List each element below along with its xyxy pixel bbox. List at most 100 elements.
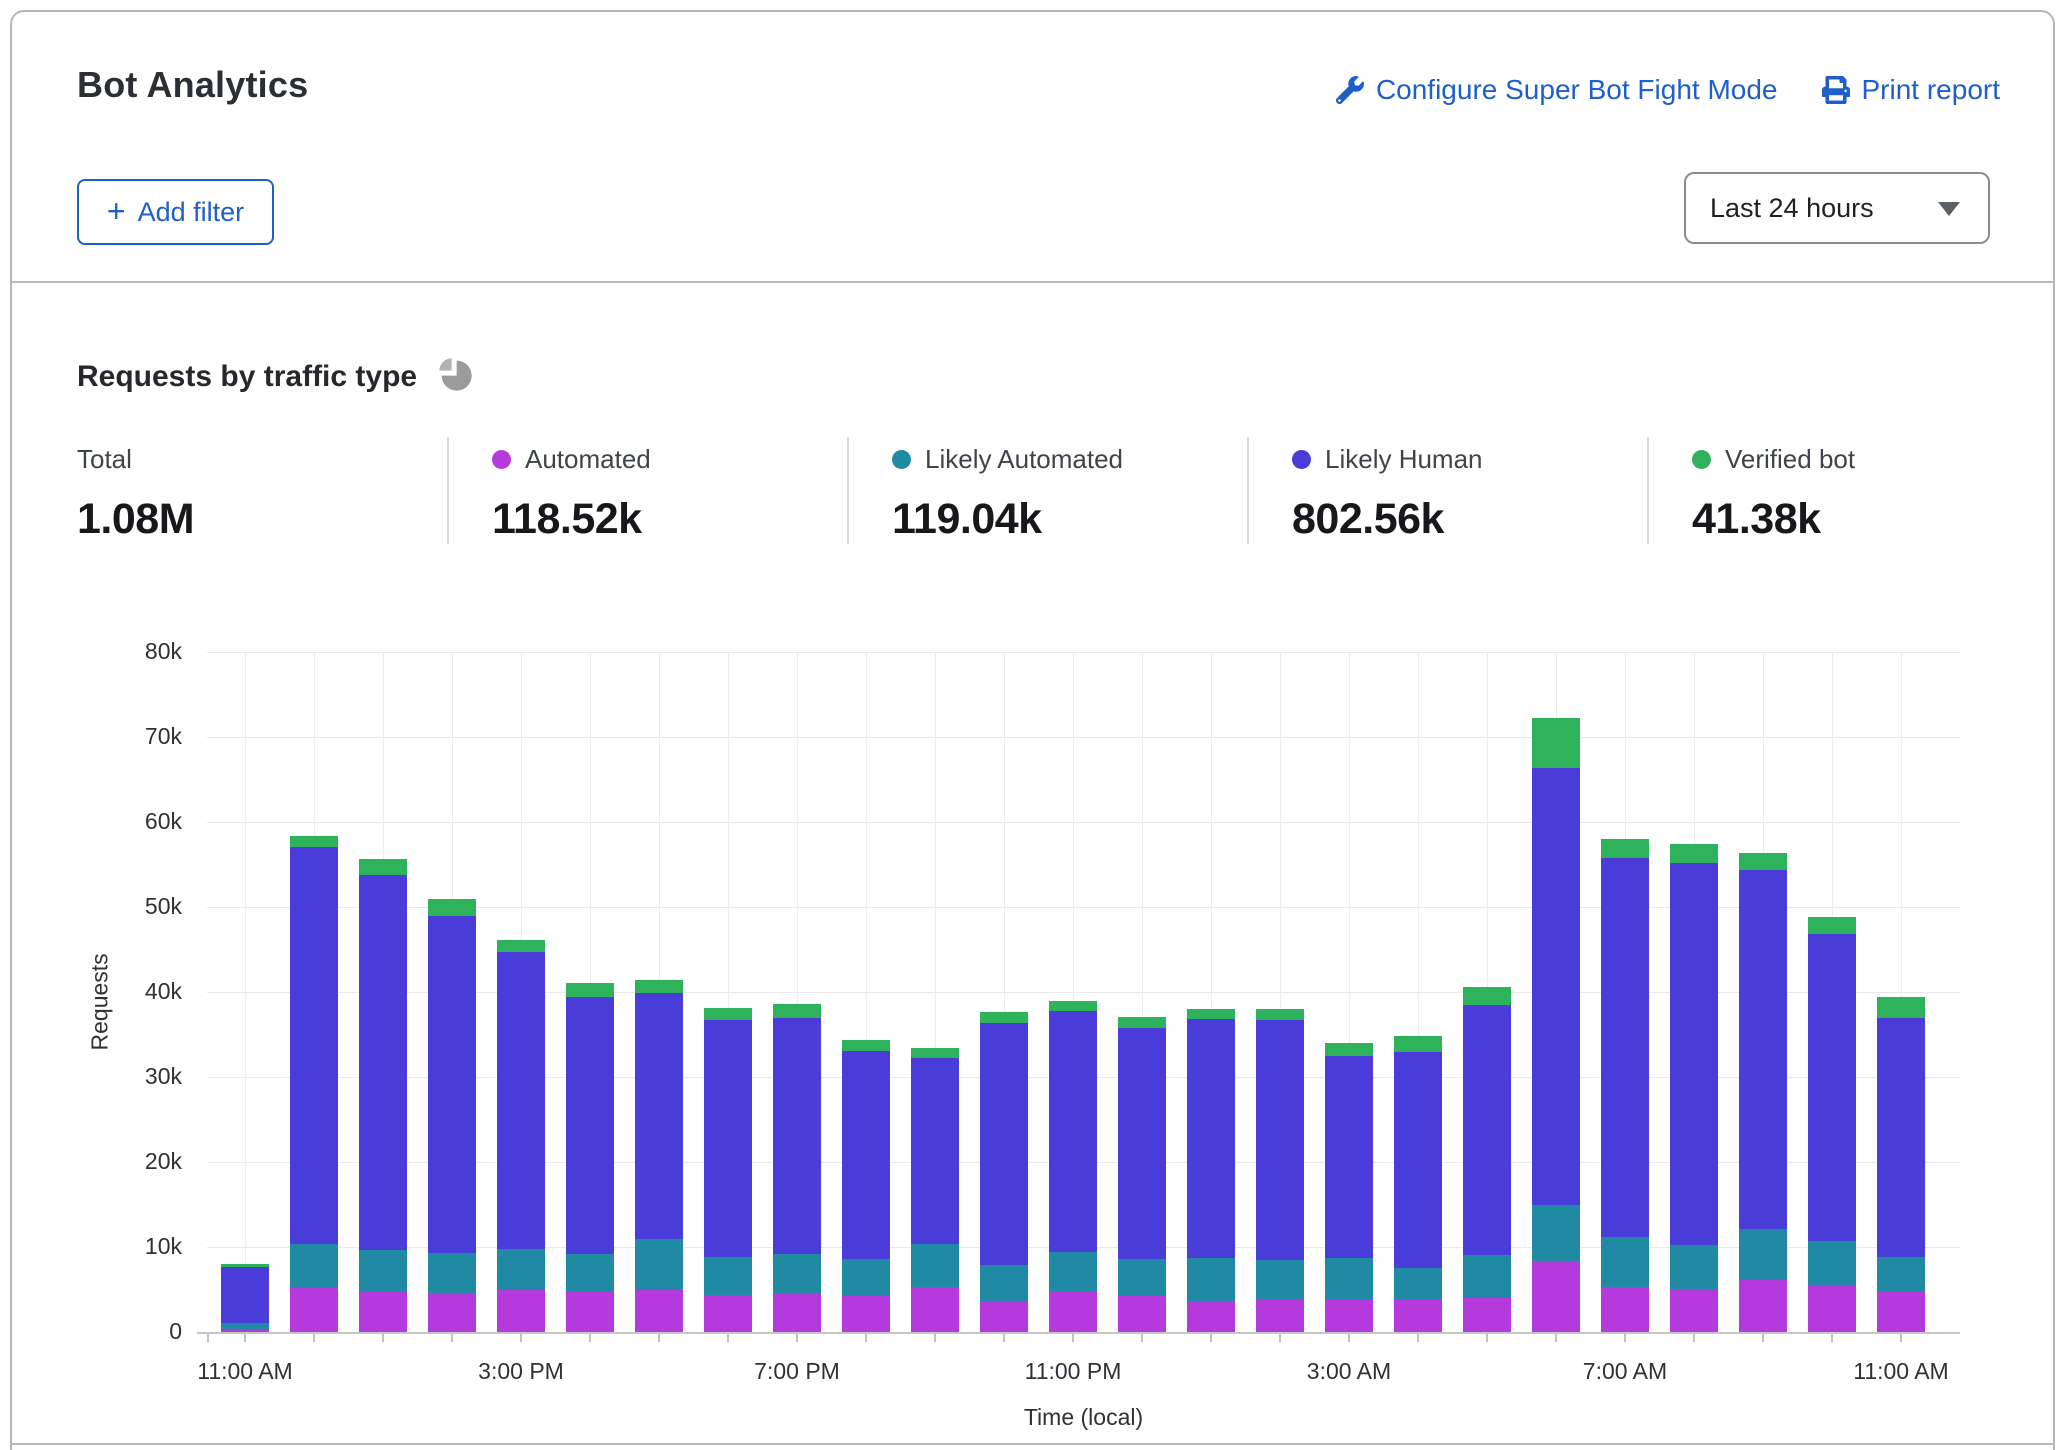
x-axis-tick-label: 11:00 PM: [983, 1358, 1163, 1385]
bar-segment-automated: [1325, 1299, 1373, 1332]
bar-segment-verified-bot: [1256, 1009, 1304, 1020]
x-axis-tick-mark: [1417, 1334, 1419, 1342]
bar-segment-verified-bot: [1187, 1009, 1235, 1019]
bar-segment-verified-bot: [635, 980, 683, 993]
bar-segment-likely-human: [221, 1267, 269, 1323]
chart-bar[interactable]: [1049, 1001, 1097, 1332]
bar-segment-likely-automated: [704, 1257, 752, 1295]
bot-analytics-card: Bot Analytics Configure Super Bot Fight …: [10, 10, 2055, 1450]
bar-segment-verified-bot: [1739, 853, 1787, 870]
chart-bar[interactable]: [1808, 917, 1856, 1332]
chart-bar[interactable]: [566, 983, 614, 1332]
bar-segment-likely-human: [566, 997, 614, 1254]
chart-bar[interactable]: [221, 1264, 269, 1332]
x-axis-tick-mark: [727, 1334, 729, 1342]
x-axis-tick-mark: [1348, 1334, 1350, 1342]
chart-bar[interactable]: [635, 980, 683, 1332]
x-axis-tick-mark: [1141, 1334, 1143, 1342]
chart-bar[interactable]: [1670, 844, 1718, 1332]
x-axis-tick-mark: [1279, 1334, 1281, 1342]
chart-bar[interactable]: [704, 1008, 752, 1332]
bar-segment-verified-bot: [290, 836, 338, 847]
chart-bar[interactable]: [497, 940, 545, 1332]
bar-segment-automated: [1256, 1299, 1304, 1332]
bar-segment-verified-bot: [566, 983, 614, 997]
bar-segment-automated: [1118, 1296, 1166, 1332]
y-axis-tick-label: 30k: [72, 1063, 182, 1090]
bar-segment-likely-human: [842, 1051, 890, 1259]
x-axis-origin-tick: [207, 1334, 209, 1342]
bar-segment-verified-bot: [497, 940, 545, 952]
bar-segment-likely-automated: [1256, 1260, 1304, 1299]
x-axis-tick-label: 3:00 PM: [431, 1358, 611, 1385]
bar-segment-automated: [773, 1293, 821, 1332]
x-axis-tick-mark: [1555, 1334, 1557, 1342]
bar-segment-automated: [1532, 1261, 1580, 1332]
x-axis-tick-mark: [1003, 1334, 1005, 1342]
x-axis-tick-mark: [313, 1334, 315, 1342]
bar-segment-automated: [1670, 1289, 1718, 1332]
bar-segment-likely-human: [911, 1058, 959, 1243]
chart-bar[interactable]: [1463, 987, 1511, 1332]
bar-segment-verified-bot: [1670, 844, 1718, 863]
x-axis-tick-mark: [382, 1334, 384, 1342]
chart-bar[interactable]: [428, 899, 476, 1332]
x-axis-tick-mark: [1831, 1334, 1833, 1342]
bar-segment-verified-bot: [1463, 987, 1511, 1005]
bar-segment-automated: [566, 1292, 614, 1332]
bar-segment-automated: [1808, 1285, 1856, 1332]
y-axis-title: Requests: [87, 931, 114, 1051]
bar-segment-likely-automated: [1739, 1229, 1787, 1280]
chart-bar[interactable]: [773, 1004, 821, 1332]
chart-bar[interactable]: [1739, 853, 1787, 1332]
x-axis-tick-mark: [589, 1334, 591, 1342]
bar-segment-likely-automated: [1877, 1257, 1925, 1292]
bar-segment-verified-bot: [1808, 917, 1856, 934]
bar-segment-likely-human: [1049, 1011, 1097, 1252]
chart-bar[interactable]: [1118, 1017, 1166, 1332]
x-axis-tick-label: 11:00 AM: [1811, 1358, 1991, 1385]
bar-segment-automated: [290, 1288, 338, 1332]
chart-bar[interactable]: [1601, 839, 1649, 1332]
bar-segment-automated: [1187, 1301, 1235, 1332]
bar-segment-likely-automated: [1532, 1205, 1580, 1260]
bar-segment-likely-automated: [497, 1249, 545, 1290]
y-axis-tick-label: 0: [72, 1318, 182, 1345]
bar-segment-likely-automated: [359, 1250, 407, 1293]
bar-segment-verified-bot: [1325, 1043, 1373, 1056]
y-gridline: [207, 822, 1960, 823]
chart-bar[interactable]: [1256, 1009, 1304, 1332]
chart-bar[interactable]: [842, 1040, 890, 1332]
x-axis-tick-mark: [1486, 1334, 1488, 1342]
bar-segment-automated: [359, 1292, 407, 1332]
chart-bar[interactable]: [1187, 1009, 1235, 1332]
x-axis-tick-mark: [796, 1334, 798, 1342]
bar-segment-verified-bot: [1118, 1017, 1166, 1028]
y-axis-tick-label: 10k: [72, 1233, 182, 1260]
bar-segment-automated: [1877, 1292, 1925, 1332]
chart-bar[interactable]: [911, 1048, 959, 1332]
bar-segment-verified-bot: [704, 1008, 752, 1020]
chart-bar[interactable]: [1877, 997, 1925, 1332]
bar-segment-likely-human: [1877, 1018, 1925, 1257]
bar-segment-likely-human: [704, 1020, 752, 1257]
chart-bar[interactable]: [1325, 1043, 1373, 1332]
chart-bar[interactable]: [1394, 1036, 1442, 1332]
chart-bar[interactable]: [980, 1012, 1028, 1332]
y-axis-tick-label: 70k: [72, 723, 182, 750]
x-axis-tick-mark: [1624, 1334, 1626, 1342]
chart-bar[interactable]: [1532, 718, 1580, 1332]
bar-segment-likely-human: [290, 847, 338, 1245]
bar-segment-automated: [980, 1301, 1028, 1332]
page: Bot Analytics Configure Super Bot Fight …: [0, 0, 2062, 1450]
bar-segment-likely-automated: [1325, 1258, 1373, 1299]
chart-bar[interactable]: [290, 836, 338, 1332]
bar-segment-likely-human: [635, 993, 683, 1240]
bar-segment-automated: [1601, 1287, 1649, 1332]
y-gridline: [207, 737, 1960, 738]
bar-segment-automated: [704, 1295, 752, 1332]
chart-bar[interactable]: [359, 859, 407, 1332]
bar-segment-verified-bot: [1601, 839, 1649, 858]
bar-segment-likely-automated: [635, 1239, 683, 1290]
bar-segment-automated: [1463, 1298, 1511, 1332]
